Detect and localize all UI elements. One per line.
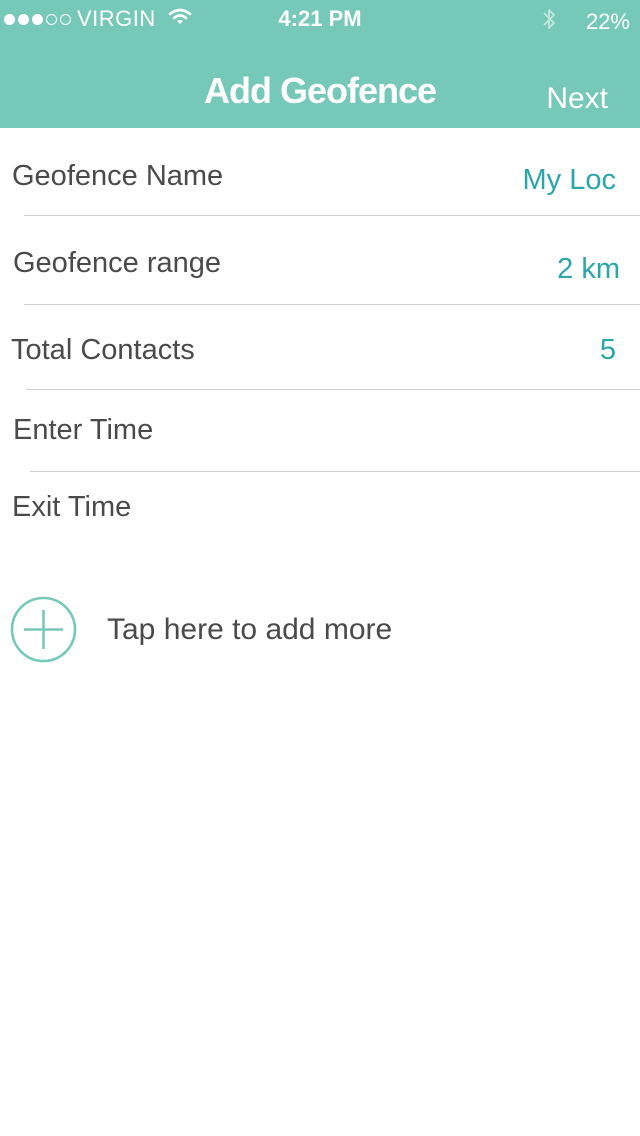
add-geofence-screen: VIRGIN 4:21 PM 22% Add Geofence Next Geo…: [0, 0, 640, 1136]
status-right: 22%: [542, 6, 630, 38]
geofence-name-row[interactable]: Geofence Name My Loc: [0, 128, 640, 216]
geofence-range-label: Geofence range: [13, 247, 221, 279]
header-bar: VIRGIN 4:21 PM 22% Add Geofence Next: [0, 0, 640, 128]
enter-time-row[interactable]: Enter Time: [0, 390, 640, 471]
page-title: Add Geofence: [203, 70, 437, 111]
total-contacts-row[interactable]: Total Contacts 5: [0, 305, 640, 389]
exit-time-label: Exit Time: [12, 491, 132, 523]
battery-percentage: 22%: [585, 9, 630, 34]
add-more-button[interactable]: Tap here to add more: [10, 596, 392, 663]
bluetooth-icon: [542, 6, 556, 38]
geofence-range-value[interactable]: 2 km: [557, 253, 620, 286]
add-more-label: Tap here to add more: [107, 612, 393, 646]
geofence-range-row[interactable]: Geofence range 2 km: [0, 216, 640, 304]
plus-circle-icon[interactable]: [10, 596, 77, 663]
next-button[interactable]: Next: [546, 82, 608, 116]
enter-time-label: Enter Time: [13, 414, 154, 446]
status-bar: VIRGIN 4:21 PM 22%: [0, 0, 640, 40]
geofence-name-label: Geofence Name: [12, 160, 224, 192]
total-contacts-value[interactable]: 5: [600, 334, 616, 367]
total-contacts-label: Total Contacts: [11, 334, 195, 366]
geofence-name-value[interactable]: My Loc: [523, 164, 616, 197]
exit-time-row[interactable]: Exit Time: [0, 472, 640, 552]
